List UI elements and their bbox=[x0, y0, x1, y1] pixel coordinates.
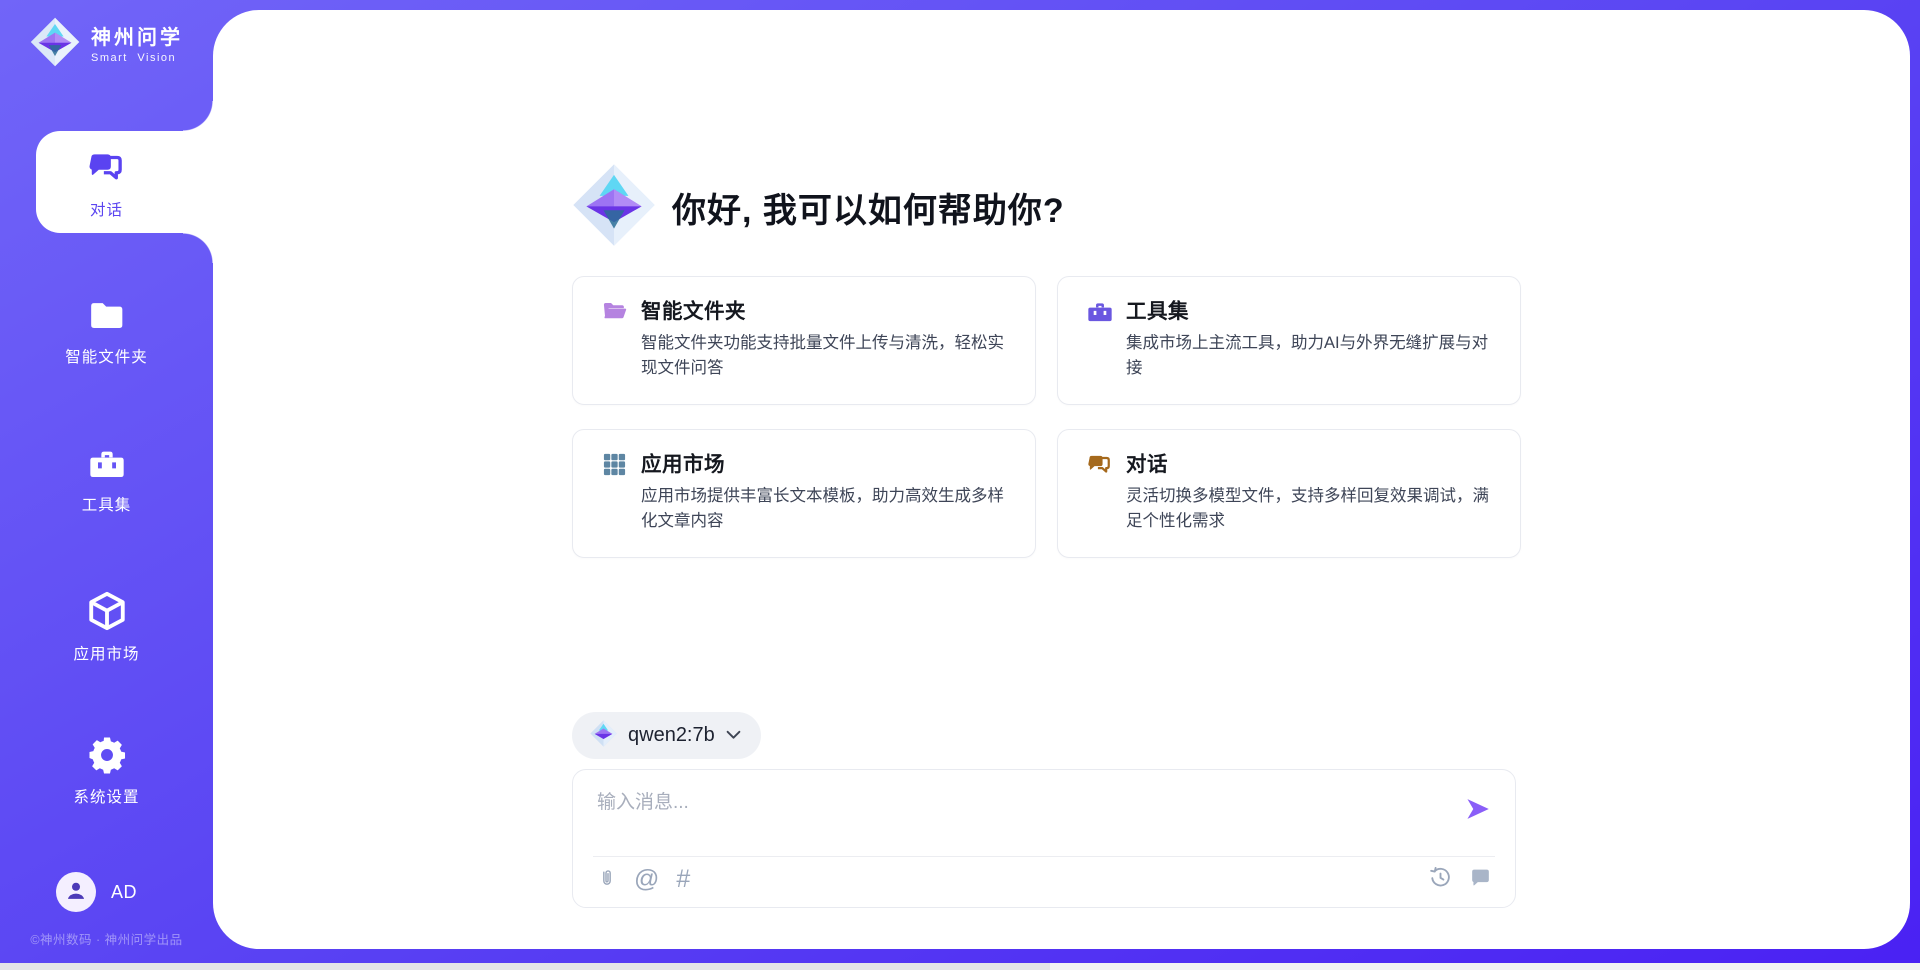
card-title: 对话 bbox=[1126, 447, 1168, 477]
card-description: 集成市场上主流工具，助力AI与外界无缝扩展与对接 bbox=[1126, 331, 1498, 381]
horizontal-scrollbar[interactable] bbox=[0, 963, 1920, 970]
sidebar-item-label: 智能文件夹 bbox=[65, 345, 148, 367]
send-button[interactable] bbox=[1463, 795, 1493, 825]
user-name: AD bbox=[111, 882, 137, 903]
chat-icon bbox=[1086, 451, 1114, 484]
toolbox-icon bbox=[86, 444, 128, 484]
model-selector[interactable]: qwen2:7b bbox=[572, 712, 761, 759]
folder-icon bbox=[86, 296, 128, 336]
sidebar-footer-credit: ©神州数码 · 神州问学出品 bbox=[0, 929, 213, 948]
greeting-header: 你好, 我可以如何帮助你? bbox=[572, 163, 1065, 252]
composer-divider bbox=[593, 856, 1495, 857]
sidebar-item-label: 工具集 bbox=[82, 493, 132, 515]
at-icon[interactable]: @ bbox=[634, 865, 659, 893]
card-title: 工具集 bbox=[1126, 294, 1189, 324]
gear-icon bbox=[86, 734, 128, 776]
card-title: 智能文件夹 bbox=[641, 294, 746, 324]
sidebar-item-app-market[interactable]: 应用市场 bbox=[0, 589, 213, 664]
feature-card-chat[interactable]: 对话 灵活切换多模型文件，支持多样回复效果调试，满足个性化需求 bbox=[1057, 429, 1521, 558]
diamond-logo-icon bbox=[572, 163, 656, 252]
folder-open-icon bbox=[601, 298, 629, 331]
sidebar: 神州问学 Smart Vision 对话 智能文件夹 bbox=[0, 0, 213, 970]
brand-subtitle: Smart Vision bbox=[91, 52, 183, 64]
sidebar-item-settings[interactable]: 系统设置 bbox=[0, 734, 213, 807]
chat-icon bbox=[86, 147, 128, 189]
app-window: 神州问学 Smart Vision 对话 智能文件夹 bbox=[0, 0, 1920, 970]
toolbox-icon bbox=[1086, 298, 1114, 331]
model-name: qwen2:7b bbox=[628, 724, 715, 747]
active-nav-curve-top bbox=[183, 101, 213, 131]
card-description: 智能文件夹功能支持批量文件上传与清洗，轻松实现文件问答 bbox=[641, 331, 1013, 381]
avatar bbox=[56, 872, 96, 912]
send-icon bbox=[1464, 811, 1492, 826]
comment-icon[interactable] bbox=[1468, 865, 1493, 890]
active-nav-curve-bottom bbox=[183, 233, 213, 263]
feature-card-app-market[interactable]: 应用市场 应用市场提供丰富长文本模板，助力高效生成多样化文章内容 bbox=[572, 429, 1036, 558]
sidebar-item-smart-folder[interactable]: 智能文件夹 bbox=[0, 296, 213, 367]
message-composer: @ # bbox=[572, 769, 1516, 908]
sidebar-item-label: 对话 bbox=[90, 198, 123, 220]
feature-card-smart-folder[interactable]: 智能文件夹 智能文件夹功能支持批量文件上传与清洗，轻松实现文件问答 bbox=[572, 276, 1036, 405]
card-description: 灵活切换多模型文件，支持多样回复效果调试，满足个性化需求 bbox=[1126, 484, 1498, 534]
scrollbar-thumb[interactable] bbox=[0, 963, 1050, 970]
user-account[interactable]: AD bbox=[56, 872, 137, 912]
sidebar-item-chat[interactable]: 对话 bbox=[0, 147, 213, 220]
history-icon[interactable] bbox=[1428, 865, 1453, 890]
hash-icon[interactable]: # bbox=[676, 865, 690, 893]
grid-icon bbox=[601, 451, 628, 483]
sidebar-item-label: 应用市场 bbox=[73, 642, 139, 664]
chevron-down-icon bbox=[726, 727, 741, 745]
brand-title: 神州问学 bbox=[91, 26, 183, 50]
card-description: 应用市场提供丰富长文本模板，助力高效生成多样化文章内容 bbox=[641, 484, 1013, 534]
person-icon bbox=[63, 877, 89, 908]
paperclip-icon[interactable] bbox=[597, 865, 617, 893]
message-input[interactable] bbox=[597, 787, 1457, 819]
cube-icon bbox=[85, 589, 129, 633]
brand-logo: 神州问学 Smart Vision bbox=[30, 17, 183, 72]
greeting-title: 你好, 我可以如何帮助你? bbox=[672, 183, 1065, 232]
diamond-logo-icon bbox=[30, 17, 80, 72]
feature-card-toolset[interactable]: 工具集 集成市场上主流工具，助力AI与外界无缝扩展与对接 bbox=[1057, 276, 1521, 405]
sidebar-item-label: 系统设置 bbox=[73, 785, 139, 807]
diamond-logo-icon bbox=[590, 720, 617, 752]
sidebar-item-toolset[interactable]: 工具集 bbox=[0, 444, 213, 515]
card-title: 应用市场 bbox=[641, 447, 725, 477]
